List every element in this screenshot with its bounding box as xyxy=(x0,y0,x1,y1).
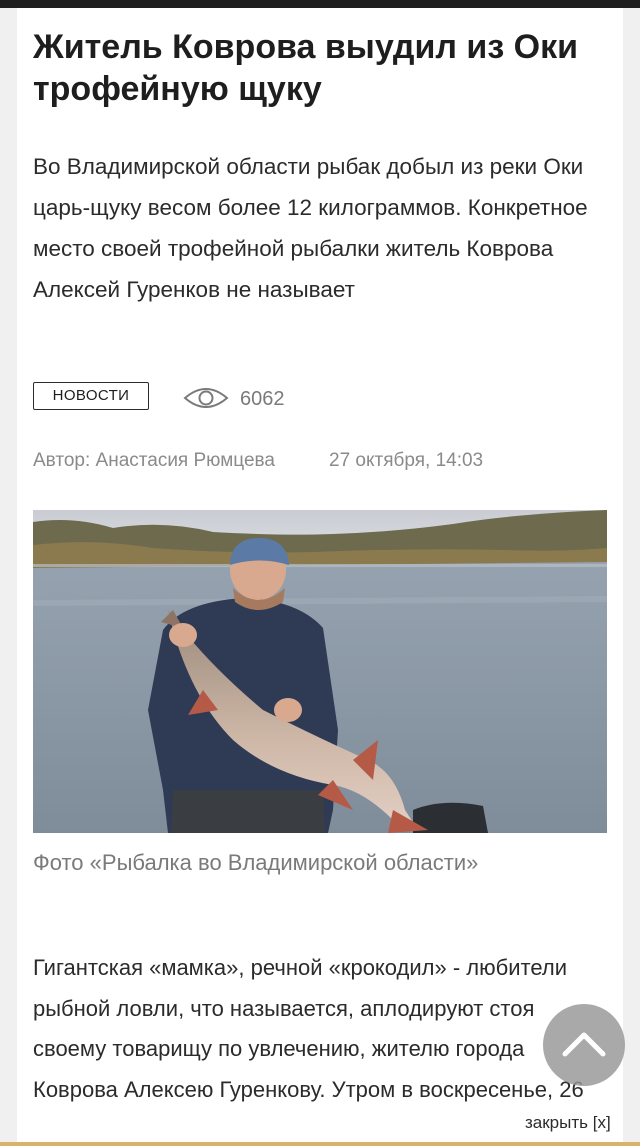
article-body: Гигантская «мамка», речной «крокодил» - … xyxy=(33,955,584,1102)
article-card: Житель Коврова выудил из Оки трофейную щ… xyxy=(17,8,623,1146)
article-title: Житель Коврова выудил из Оки трофейную щ… xyxy=(33,28,579,108)
scroll-to-top-button[interactable] xyxy=(543,1004,625,1086)
article-date: 27 октября, 14:03 xyxy=(329,450,484,471)
top-bar xyxy=(0,0,640,8)
category-tag[interactable]: НОВОСТИ xyxy=(33,382,149,410)
eye-icon xyxy=(183,388,229,408)
close-overlay-button[interactable]: закрыть [x] xyxy=(521,1110,615,1136)
article-lead: Во Владимирской области рыбак добыл из р… xyxy=(33,154,588,302)
views-count: 6062 xyxy=(240,388,285,410)
chevron-up-icon xyxy=(562,1032,606,1057)
article-photo xyxy=(33,510,607,833)
bottom-bar xyxy=(0,1142,640,1146)
article-author: Автор: Анастасия Рюмцева xyxy=(33,450,275,471)
photo-caption: Фото «Рыбалка во Владимирской области» xyxy=(33,850,479,875)
